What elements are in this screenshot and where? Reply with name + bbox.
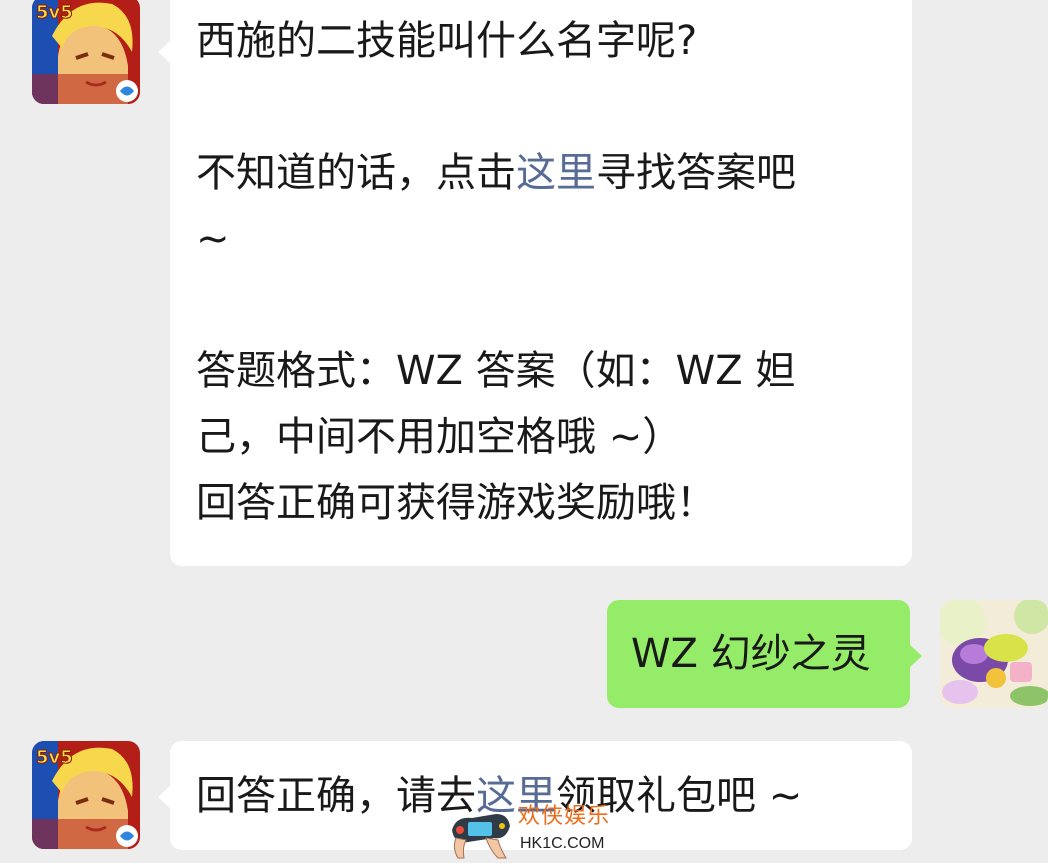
hero-portrait-icon: 5v5 <box>32 0 140 104</box>
hero-portrait-icon: 5v5 <box>32 741 140 849</box>
game-account-avatar[interactable]: 5v5 <box>32 741 140 849</box>
gamepad-hand-icon <box>452 814 510 859</box>
user-photo-icon <box>940 600 1048 708</box>
question-text: 西施的二技能叫什么名字呢? <box>196 18 698 64</box>
user-avatar[interactable] <box>940 600 1048 708</box>
message-bubble-incoming[interactable]: 西施的二技能叫什么名字呢? 不知道的话，点击这里寻找答案吧 ~ 答题格式：WZ … <box>170 0 912 566</box>
watermark-text: 欢侠娱乐 <box>518 804 611 829</box>
hint-suffix: 寻找答案吧 <box>596 150 796 196</box>
tilde-text: ~ <box>196 216 230 262</box>
reply-prefix: 回答正确，请去 <box>196 773 476 819</box>
bubble-tail <box>909 644 922 668</box>
answer-text: WZ 幻纱之灵 <box>631 631 871 677</box>
message-bubble-outgoing[interactable]: WZ 幻纱之灵 <box>607 600 910 708</box>
avatar-badge: 5v5 <box>36 2 73 23</box>
answer-link[interactable]: 这里 <box>516 150 596 196</box>
watermark-domain: HK1C.COM <box>520 835 605 852</box>
format-text: 答题格式：WZ 答案（如：WZ 妲 <box>196 348 796 394</box>
game-account-avatar[interactable]: 5v5 <box>32 0 140 104</box>
hint-text: 不知道的话，点击这里寻找答案吧 <box>196 140 912 206</box>
hint-prefix: 不知道的话，点击 <box>196 150 516 196</box>
reward-text: 回答正确可获得游戏奖励哦！ <box>196 480 716 526</box>
watermark: 欢侠娱乐 HK1C.COM <box>446 800 616 859</box>
format-text-continued: 己，中间不用加空格哦 ~） <box>196 414 683 460</box>
avatar-badge: 5v5 <box>36 747 73 768</box>
